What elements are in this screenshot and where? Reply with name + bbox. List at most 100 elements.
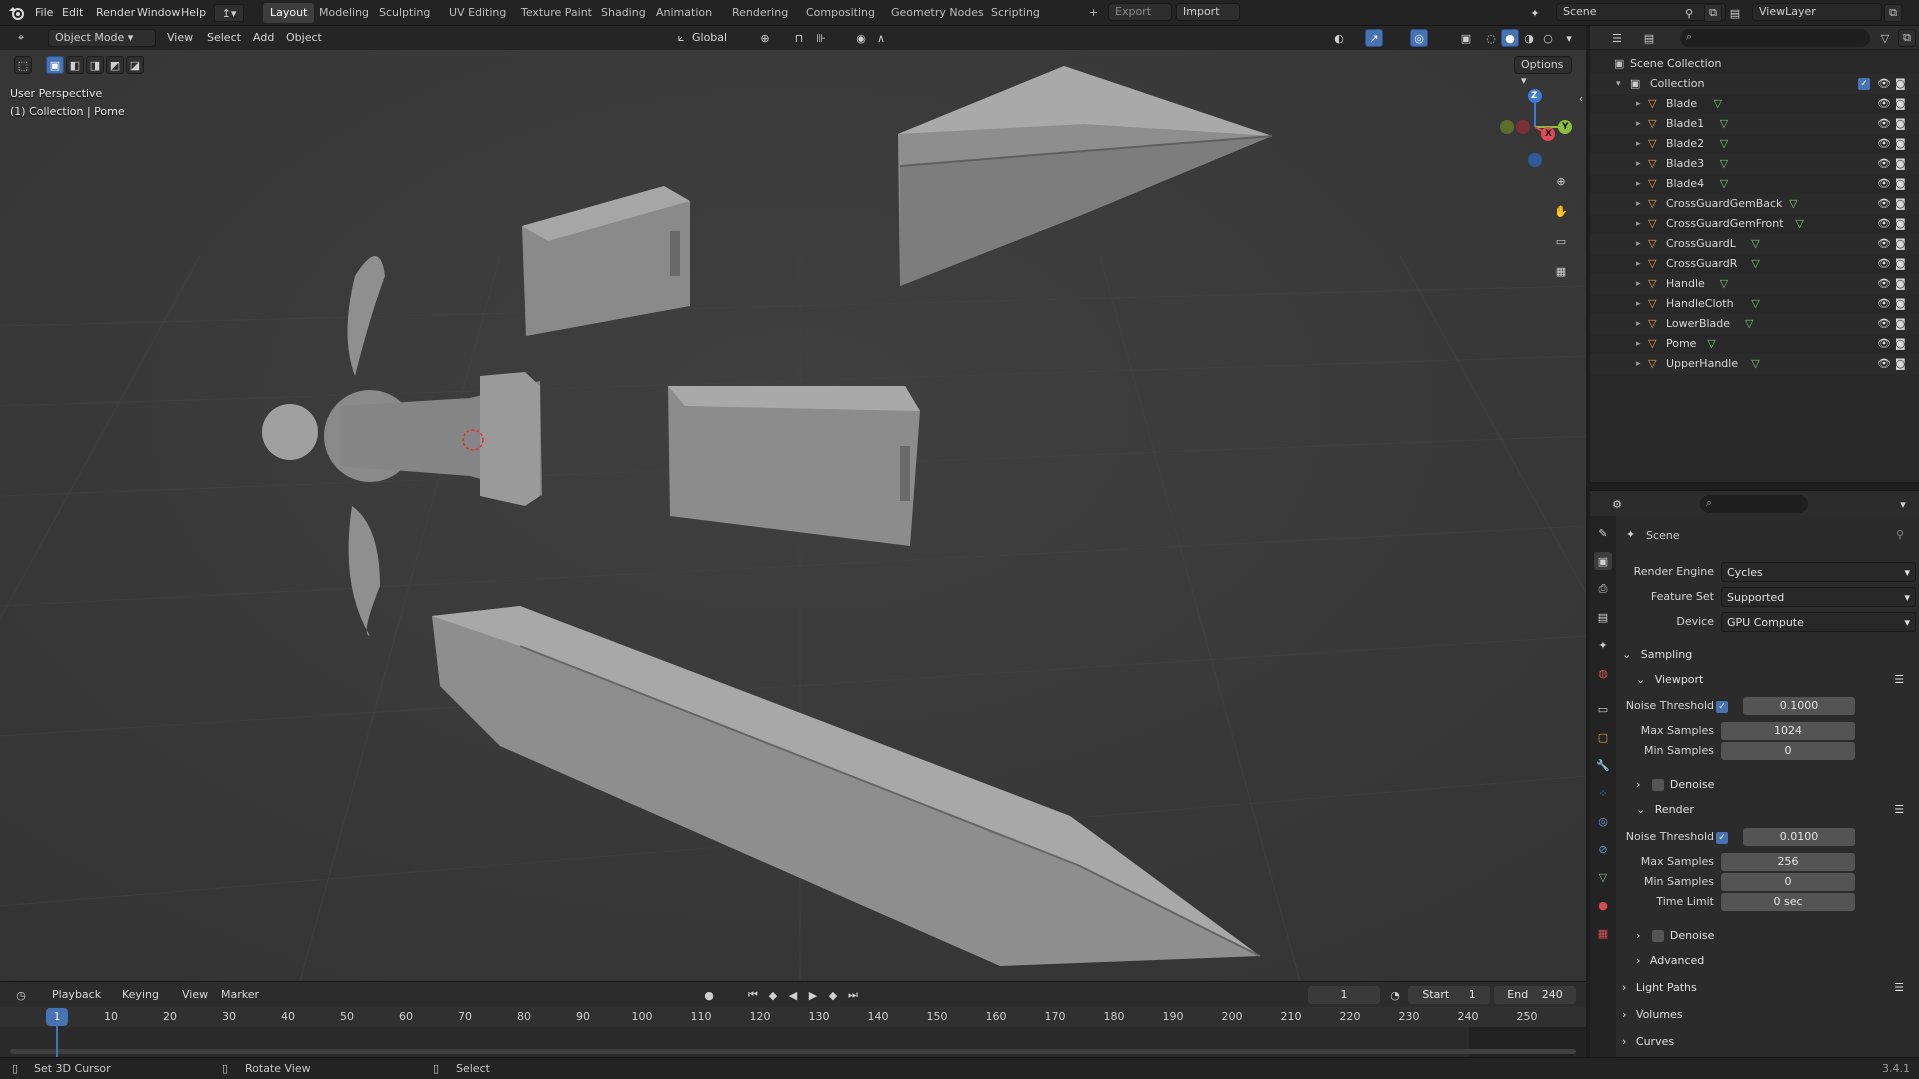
jump-start-icon[interactable]: ⏮ bbox=[744, 986, 762, 1004]
tab-scripting[interactable]: Scripting bbox=[984, 3, 1047, 23]
eye-icon[interactable]: 👁 bbox=[1877, 214, 1891, 234]
mesh-data-icon[interactable]: ▽ bbox=[1751, 354, 1759, 374]
record-icon[interactable]: ● bbox=[700, 986, 718, 1004]
menu-file[interactable]: File bbox=[35, 5, 53, 21]
snap-target-icon[interactable]: ⊪ bbox=[812, 29, 830, 47]
new-view-layer-icon[interactable]: ⧉ bbox=[1884, 4, 1902, 22]
render-noise-threshold-field[interactable]: 0.0100 bbox=[1743, 828, 1855, 846]
tree-row-scene-collection[interactable]: ▣ Scene Collection bbox=[1590, 54, 1919, 74]
object-tab-icon[interactable]: ▢ bbox=[1594, 728, 1612, 746]
outliner-search-input[interactable]: ⌕ bbox=[1680, 29, 1870, 47]
viewport-subpanel-header[interactable]: ⌄ Viewport ☰ bbox=[1636, 669, 1912, 691]
3d-viewport[interactable] bbox=[0, 26, 1586, 981]
physics-tab-icon[interactable]: ◎ bbox=[1594, 812, 1612, 830]
menu-view[interactable]: View bbox=[167, 30, 193, 46]
tree-row-object[interactable]: ▸ ▽ Blade1 ▽ 👁 ◙ bbox=[1590, 114, 1919, 134]
viewport-denoise-header[interactable]: › Denoise bbox=[1636, 774, 1912, 796]
scene-icon[interactable]: ✦ bbox=[1526, 4, 1544, 22]
next-keyframe-icon[interactable]: ◆ bbox=[824, 986, 842, 1004]
expand-icon[interactable]: ▸ bbox=[1636, 234, 1641, 254]
viewport-noise-threshold-field[interactable]: 0.1000 bbox=[1743, 697, 1855, 715]
new-scene-icon[interactable]: ⧉ bbox=[1704, 4, 1722, 22]
tree-row-object[interactable]: ▸ ▽ CrossGuardGemBack ▽ 👁 ◙ bbox=[1590, 194, 1919, 214]
tree-row-object[interactable]: ▸ ▽ CrossGuardGemFront ▽ 👁 ◙ bbox=[1590, 214, 1919, 234]
render-min-samples-field[interactable]: 0 bbox=[1721, 873, 1855, 891]
tab-modeling[interactable]: Modeling bbox=[312, 3, 376, 23]
sidebar-toggle-icon[interactable]: ‹ bbox=[1572, 90, 1590, 108]
render-denoise-checkbox[interactable] bbox=[1652, 930, 1664, 942]
eye-icon[interactable]: 👁 bbox=[1877, 314, 1891, 334]
collapse-icon[interactable]: ▾ bbox=[1616, 74, 1621, 94]
advanced-subpanel-header[interactable]: › Advanced bbox=[1636, 950, 1912, 972]
tab-animation[interactable]: Animation bbox=[649, 3, 719, 23]
viewport-denoise-checkbox[interactable] bbox=[1652, 779, 1664, 791]
curves-panel-header[interactable]: › Curves bbox=[1622, 1031, 1912, 1053]
camera-icon[interactable]: ◙ bbox=[1895, 274, 1906, 294]
camera-icon[interactable]: ◙ bbox=[1895, 174, 1906, 194]
mesh-data-icon[interactable]: ▽ bbox=[1714, 94, 1722, 114]
falloff-icon[interactable]: ∧ bbox=[872, 29, 890, 47]
eye-icon[interactable]: 👁 bbox=[1877, 274, 1891, 294]
expand-icon[interactable]: ▸ bbox=[1636, 174, 1641, 194]
zoom-icon[interactable]: ⊕ bbox=[1552, 172, 1570, 190]
tab-rendering[interactable]: Rendering bbox=[725, 3, 795, 23]
add-workspace-button[interactable]: + bbox=[1082, 3, 1105, 23]
tree-row-object[interactable]: ▸ ▽ UpperHandle ▽ 👁 ◙ bbox=[1590, 354, 1919, 374]
menu-playback[interactable]: Playback bbox=[52, 987, 101, 1003]
eye-icon[interactable]: 👁 bbox=[1877, 134, 1891, 154]
tree-row-object[interactable]: ▸ ▽ Blade2 ▽ 👁 ◙ bbox=[1590, 134, 1919, 154]
jump-end-icon[interactable]: ⏭ bbox=[844, 986, 862, 1004]
tab-texture-paint[interactable]: Texture Paint bbox=[514, 3, 599, 23]
eye-icon[interactable]: 👁 bbox=[1877, 114, 1891, 134]
list-icon[interactable]: ☰ bbox=[1894, 977, 1904, 999]
current-frame-field[interactable]: 1 bbox=[1308, 986, 1380, 1004]
snap-icon[interactable]: ⊓ bbox=[790, 29, 808, 47]
tool-tab-icon[interactable]: ✎ bbox=[1594, 524, 1612, 542]
viewport-noise-threshold-checkbox[interactable]: ✓ bbox=[1716, 701, 1728, 713]
mesh-data-icon[interactable]: ▽ bbox=[1707, 334, 1715, 354]
expand-icon[interactable]: ▸ bbox=[1636, 94, 1641, 114]
properties-editor-icon[interactable]: ⚙ bbox=[1608, 495, 1626, 513]
camera-icon[interactable]: ◙ bbox=[1895, 214, 1906, 234]
mesh-data-icon[interactable]: ▽ bbox=[1789, 194, 1797, 214]
data-tab-icon[interactable]: ▽ bbox=[1594, 868, 1612, 886]
menu-add[interactable]: Add bbox=[253, 30, 274, 46]
mesh-data-icon[interactable]: ▽ bbox=[1720, 174, 1728, 194]
mesh-data-icon[interactable]: ▽ bbox=[1720, 154, 1728, 174]
tree-row-object[interactable]: ▸ ▽ HandleCloth ▽ 👁 ◙ bbox=[1590, 294, 1919, 314]
time-limit-field[interactable]: 0 sec bbox=[1721, 893, 1855, 911]
material-tab-icon[interactable]: ● bbox=[1594, 896, 1612, 914]
eye-icon[interactable]: 👁 bbox=[1877, 94, 1891, 114]
collection-checkbox[interactable]: ✓ bbox=[1858, 78, 1870, 90]
camera-icon[interactable]: ◙ bbox=[1895, 74, 1906, 94]
export-button[interactable]: Export bbox=[1108, 3, 1172, 21]
eye-icon[interactable]: 👁 bbox=[1877, 294, 1891, 314]
properties-search-input[interactable]: ⌕ bbox=[1700, 495, 1808, 513]
camera-icon[interactable]: ◙ bbox=[1895, 354, 1906, 374]
render-noise-threshold-checkbox[interactable]: ✓ bbox=[1716, 832, 1728, 844]
eye-icon[interactable]: 👁 bbox=[1877, 174, 1891, 194]
menu-marker[interactable]: Marker bbox=[221, 987, 259, 1003]
collection-tab-icon[interactable]: ▭ bbox=[1594, 700, 1612, 718]
modifier-tab-icon[interactable]: 🔧 bbox=[1594, 756, 1612, 774]
camera-icon[interactable]: ◙ bbox=[1895, 154, 1906, 174]
tab-layout[interactable]: Layout bbox=[263, 3, 315, 23]
editor-type-icon[interactable]: ↥▾ bbox=[214, 4, 244, 22]
tab-sculpting[interactable]: Sculpting bbox=[372, 3, 437, 23]
options-dropdown[interactable]: Options ▾ bbox=[1514, 56, 1572, 87]
pan-hand-icon[interactable]: ✋ bbox=[1552, 202, 1570, 220]
solid-shading-icon[interactable]: ● bbox=[1501, 29, 1519, 47]
transform-orientation-selector[interactable]: Global bbox=[692, 30, 727, 46]
end-frame-field[interactable]: End 240 bbox=[1494, 986, 1576, 1004]
wireframe-shading-icon[interactable]: ◌ bbox=[1482, 29, 1500, 47]
tree-row-object[interactable]: ▸ ▽ Pome ▽ 👁 ◙ bbox=[1590, 334, 1919, 354]
properties-options-icon[interactable]: ▾ bbox=[1894, 495, 1912, 513]
expand-icon[interactable]: ▸ bbox=[1636, 274, 1641, 294]
render-tab-icon[interactable]: ▣ bbox=[1594, 552, 1612, 570]
select-new-icon[interactable]: ▣ bbox=[46, 56, 64, 74]
play-reverse-icon[interactable]: ◀ bbox=[784, 986, 802, 1004]
prev-keyframe-icon[interactable]: ◆ bbox=[764, 986, 782, 1004]
list-icon[interactable]: ☰ bbox=[1894, 799, 1904, 821]
blender-logo-icon[interactable] bbox=[8, 4, 26, 22]
eye-icon[interactable]: 👁 bbox=[1877, 234, 1891, 254]
